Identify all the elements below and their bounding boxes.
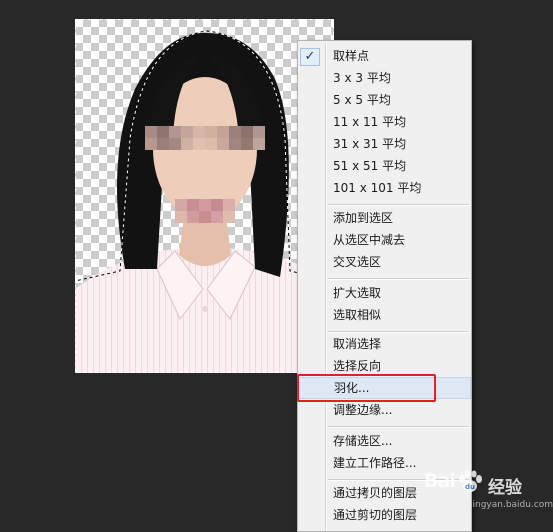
menu-item-label: 调整边缘... — [333, 403, 393, 417]
check-icon: ✓ — [300, 48, 320, 66]
svg-text:du: du — [465, 483, 475, 491]
menu-item-label: 选取相似 — [333, 308, 382, 322]
menu-item-label: 3 x 3 平均 — [333, 71, 391, 85]
menu-item-label: 扩大选取 — [333, 286, 382, 300]
menu-item-label: 选择反向 — [333, 359, 382, 373]
menu-item-label: 添加到选区 — [333, 211, 394, 225]
menu-item-label: 31 x 31 平均 — [333, 137, 407, 151]
menu-item-label: 5 x 5 平均 — [333, 93, 391, 107]
menu-separator — [328, 278, 469, 280]
menu-item-label: 从选区中减去 — [333, 233, 406, 247]
menu-item-label: 51 x 51 平均 — [333, 159, 407, 173]
menu-item-3x3-average[interactable]: 3 x 3 平均 — [298, 67, 471, 89]
menu-item-31x31-average[interactable]: 31 x 31 平均 — [298, 133, 471, 155]
baidu-paw-icon: du — [459, 470, 482, 492]
menu-separator — [328, 426, 469, 428]
watermark-url: jingyan.baidu.com — [470, 500, 553, 510]
watermark-logo-text: Bai — [424, 470, 456, 492]
menu-item-label: 11 x 11 平均 — [333, 115, 407, 129]
menu-item-add-to-selection[interactable]: 添加到选区 — [298, 207, 471, 229]
menu-item-label: 通过拷贝的图层 — [333, 486, 418, 500]
menu-item-layer-via-cut[interactable]: 通过剪切的图层 — [298, 504, 471, 526]
menu-item-5x5-average[interactable]: 5 x 5 平均 — [298, 89, 471, 111]
menu-separator — [328, 204, 469, 206]
menu-item-label: 通过剪切的图层 — [333, 508, 418, 522]
menu-item-label: 交叉选区 — [333, 255, 382, 269]
menu-item-deselect[interactable]: 取消选择 — [298, 333, 471, 355]
menu-item-label: 建立工作路径... — [333, 456, 417, 470]
portrait-photo — [75, 19, 334, 373]
menu-item-save-selection[interactable]: 存储选区... — [298, 430, 471, 452]
menu-item-101x101-average[interactable]: 101 x 101 平均 — [298, 177, 471, 199]
menu-item-intersect-selection[interactable]: 交叉选区 — [298, 251, 471, 273]
menu-item-label: 取消选择 — [333, 337, 382, 351]
menu-item-label: 存储选区... — [333, 434, 393, 448]
menu-item-similar[interactable]: 选取相似 — [298, 304, 471, 326]
menu-item-sample-point[interactable]: ✓ 取样点 — [298, 45, 471, 67]
menu-item-grow[interactable]: 扩大选取 — [298, 282, 471, 304]
highlight-annotation-box — [297, 374, 436, 402]
menu-item-51x51-average[interactable]: 51 x 51 平均 — [298, 155, 471, 177]
menu-item-11x11-average[interactable]: 11 x 11 平均 — [298, 111, 471, 133]
menu-item-label: 取样点 — [333, 49, 370, 63]
menu-item-label: 101 x 101 平均 — [333, 181, 422, 195]
menu-item-subtract-from-selection[interactable]: 从选区中减去 — [298, 229, 471, 251]
watermark-jingyan: 经验 — [488, 478, 522, 498]
baidu-jingyan-watermark: Bai du 经验 — [424, 468, 550, 498]
menu-item-refine-edge[interactable]: 调整边缘... — [298, 399, 471, 421]
photo-canvas[interactable] — [75, 19, 334, 373]
context-menu: ✓ 取样点 3 x 3 平均 5 x 5 平均 11 x 11 平均 31 x … — [297, 40, 472, 532]
